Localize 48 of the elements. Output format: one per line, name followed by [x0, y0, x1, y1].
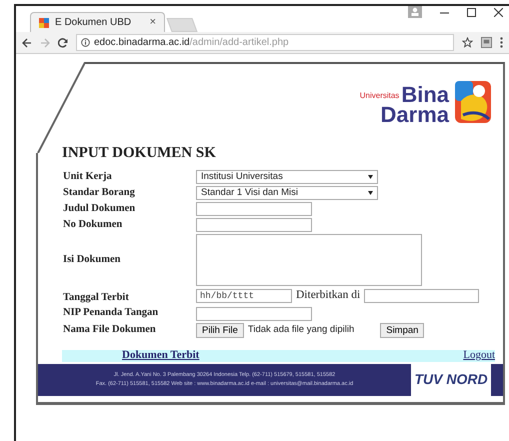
close-icon[interactable]: [494, 8, 503, 16]
logo-subtext: Universitas: [360, 92, 400, 99]
tab-close-button[interactable]: ×: [150, 14, 156, 31]
browser-tab[interactable]: E Dokumen UBD ×: [30, 12, 165, 32]
input-field[interactable]: [196, 306, 312, 321]
dropdown[interactable]: Standar 1 Visi dan Misi: [196, 186, 378, 200]
text-area[interactable]: [196, 234, 422, 286]
field-label: Diterbitkan di: [296, 289, 360, 304]
info-icon: [81, 38, 90, 47]
field-label: No Dokumen: [63, 218, 124, 232]
caret-icon: [368, 175, 373, 179]
certification-logo: TUV NORD: [411, 364, 491, 396]
logout-link[interactable]: Logout: [463, 350, 495, 362]
page-title: INPUT DOKUMEN SK: [62, 144, 217, 162]
dropdown-value: Standar 1 Visi dan Misi: [201, 187, 298, 199]
save-button[interactable]: Simpan: [380, 322, 424, 338]
field-label: NIP Penanda Tangan: [63, 307, 160, 320]
field-label: Isi Dokumen: [63, 254, 122, 266]
field-label: Standar Borang: [63, 186, 136, 200]
file-status: Tidak ada file yang dipilih: [248, 324, 354, 336]
field-label: Tanggal Terbit: [63, 292, 130, 305]
maximize-icon[interactable]: [467, 8, 476, 16]
reload-icon[interactable]: [58, 38, 68, 48]
input-field[interactable]: [196, 202, 312, 216]
logo-text: Darma: [380, 105, 449, 125]
star-icon[interactable]: [462, 37, 473, 48]
field-label: Nama File Dokumen: [63, 324, 157, 336]
back-icon[interactable]: [22, 38, 32, 48]
choose-file-button[interactable]: Pilih File: [196, 322, 244, 338]
new-tab-button[interactable]: [166, 18, 198, 32]
field-label: Unit Kerja: [63, 170, 113, 184]
dropdown-value: Institusi Universitas: [201, 171, 283, 183]
date-field[interactable]: hh/bb/tttt: [196, 289, 292, 304]
favicon-icon: [39, 18, 49, 28]
forward-icon[interactable]: [40, 38, 50, 48]
nav-link[interactable]: Dokumen Terbit: [122, 350, 200, 362]
dropdown[interactable]: Institusi Universitas: [196, 170, 378, 184]
logo-icon: [453, 79, 493, 125]
user-icon[interactable]: [408, 6, 422, 18]
caret-icon: [368, 191, 373, 195]
field-label: Judul Dokumen: [63, 202, 136, 216]
tab-title: E Dokumen UBD: [55, 16, 132, 30]
menu-icon[interactable]: [500, 37, 503, 48]
address-bar[interactable]: edoc.binadarma.ac.id/admin/add-artikel.php: [76, 34, 454, 51]
input-field[interactable]: [196, 218, 312, 232]
extension-icon[interactable]: [481, 37, 492, 48]
logo-text: Bina: [401, 85, 449, 106]
input-field[interactable]: [364, 289, 480, 304]
